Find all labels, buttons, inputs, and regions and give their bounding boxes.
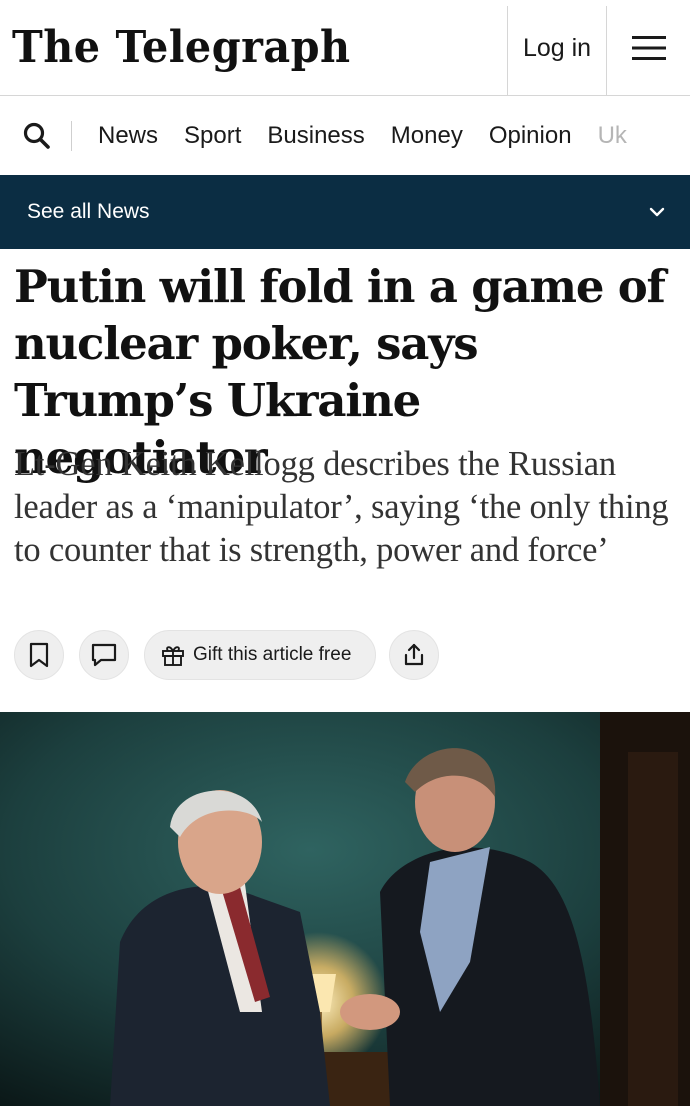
telegraph-logo[interactable]: The Telegraph [12,18,351,78]
article-standfirst: Lt-Gen Keith Kellogg describes the Russi… [14,445,669,569]
header-divider [606,6,607,96]
comment-icon [91,643,117,667]
see-all-news-label: See all News [27,200,150,223]
hero-photo-illustration [0,712,690,1106]
nav-separator [71,121,72,151]
hamburger-menu-icon [632,36,666,60]
share-icon [404,643,424,666]
share-button[interactable] [389,630,439,680]
menu-button[interactable] [608,0,690,96]
section-nav: News Sport Business Money Opinion Uk [0,97,690,175]
nav-item-business[interactable]: Business [267,122,364,150]
see-all-news-bar[interactable]: See all News [0,175,690,249]
chevron-down-icon [649,207,665,217]
gift-icon [162,646,184,666]
article-hero-photo[interactable] [0,712,690,1106]
bookmark-icon [29,642,49,668]
gift-article-button[interactable]: Gift this article free [144,630,376,680]
nav-item-news[interactable]: News [98,122,158,150]
site-header: The Telegraph Log in [0,0,690,96]
nav-item-money[interactable]: Money [391,122,463,150]
nav-item-sport[interactable]: Sport [184,122,241,150]
comments-button[interactable] [79,630,129,680]
search-icon[interactable] [22,121,52,151]
bookmark-button[interactable] [14,630,64,680]
gift-article-label: Gift this article free [193,644,352,665]
login-button[interactable]: Log in [508,0,606,96]
nav-item-ukraine[interactable]: Uk [598,122,627,150]
nav-item-opinion[interactable]: Opinion [489,122,572,150]
